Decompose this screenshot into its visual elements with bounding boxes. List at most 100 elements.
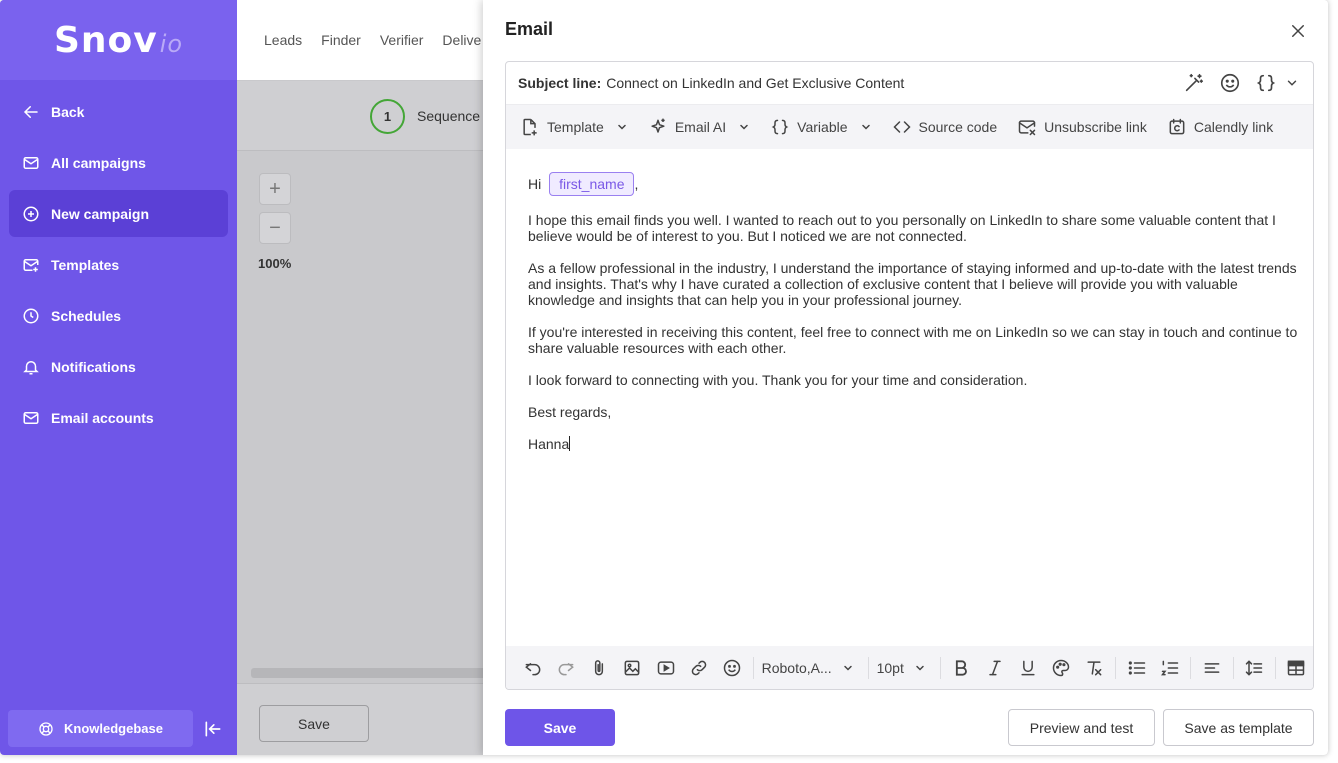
- chevron-down-icon[interactable]: [1285, 76, 1299, 90]
- email-ai-dropdown[interactable]: Email AI: [648, 117, 750, 137]
- numbered-list-button[interactable]: [1153, 658, 1186, 678]
- undo-icon: [524, 663, 540, 676]
- clear-format-button[interactable]: [1078, 658, 1111, 678]
- calendly-link-button[interactable]: Calendly link: [1167, 117, 1273, 137]
- text-cursor: [569, 436, 571, 451]
- topnav-finder[interactable]: Finder: [321, 32, 361, 48]
- zoom-level: 100%: [258, 256, 292, 271]
- italic-button[interactable]: [978, 658, 1011, 678]
- step-label[interactable]: Sequence: [417, 108, 480, 124]
- subject-label: Subject line:: [518, 75, 602, 91]
- collapse-sidebar-icon[interactable]: [203, 719, 223, 739]
- mail-icon: [23, 411, 39, 424]
- video-icon: [657, 661, 674, 675]
- italic-icon: [988, 660, 1001, 676]
- save-button[interactable]: Save: [505, 709, 615, 746]
- sidebar-item-label: Email accounts: [51, 409, 154, 426]
- topnav-deliverability[interactable]: Delive: [442, 32, 481, 48]
- clear-format-icon: [1087, 661, 1102, 676]
- zoom-in-button[interactable]: +: [259, 173, 291, 205]
- underline-button[interactable]: [1011, 658, 1044, 678]
- logo-text: Snov: [53, 19, 158, 61]
- chevron-down-icon: [618, 124, 626, 130]
- sidebar-item-label: All campaigns: [51, 154, 146, 171]
- snov-logo[interactable]: Snovio: [54, 20, 183, 61]
- sidebar-item-new-campaign[interactable]: New campaign: [9, 190, 228, 237]
- font-size-value: 10pt: [876, 660, 904, 676]
- text-color-button[interactable]: [1045, 658, 1078, 678]
- source-code-button[interactable]: Source code: [892, 117, 998, 137]
- topnav-verifier[interactable]: Verifier: [380, 32, 424, 48]
- subject-line[interactable]: Subject line: Connect on LinkedIn and Ge…: [506, 62, 1313, 105]
- body-paragraph: Best regards,: [528, 404, 612, 420]
- sidebar-item-all-campaigns[interactable]: All campaigns: [9, 139, 228, 186]
- plus-circle-icon: [23, 206, 39, 221]
- image-icon: [624, 660, 640, 676]
- source-code-label: Source code: [918, 119, 998, 135]
- lifebuoy-icon: [39, 721, 53, 736]
- email-body[interactable]: Hi first_name, I hope this email finds y…: [528, 172, 1298, 468]
- sidebar-item-notifications[interactable]: Notifications: [9, 343, 228, 390]
- emoji-icon[interactable]: [1219, 72, 1241, 94]
- unsubscribe-label: Unsubscribe link: [1044, 119, 1147, 135]
- unsubscribe-link-button[interactable]: Unsubscribe link: [1017, 117, 1147, 137]
- topnav-leads[interactable]: Leads: [264, 32, 302, 48]
- align-left-icon: [1204, 663, 1220, 673]
- insert-link-button[interactable]: [682, 658, 715, 678]
- horizontal-scrollbar[interactable]: [251, 668, 501, 678]
- sidebar-item-schedules[interactable]: Schedules: [9, 292, 228, 339]
- greeting-punct: ,: [634, 176, 639, 192]
- subject-input[interactable]: Connect on LinkedIn and Get Exclusive Co…: [606, 75, 904, 91]
- variable-braces-icon: [771, 119, 789, 135]
- zoom-out-button[interactable]: −: [259, 212, 291, 244]
- calendar-icon: [1169, 118, 1185, 135]
- bullet-list-button[interactable]: [1120, 658, 1153, 678]
- mail-icon: [23, 156, 39, 169]
- magic-wand-icon[interactable]: [1183, 72, 1205, 94]
- sidebar: Snovio Back All campaigns New campaign T…: [0, 0, 237, 755]
- numbered-list-icon: [1160, 660, 1179, 676]
- background-save-button[interactable]: Save: [259, 705, 369, 742]
- undo-button[interactable]: [516, 658, 549, 678]
- save-as-template-button[interactable]: Save as template: [1163, 709, 1314, 746]
- insert-image-button[interactable]: [616, 658, 649, 678]
- knowledgebase-label: Knowledgebase: [64, 721, 163, 736]
- step-number[interactable]: 1: [370, 99, 405, 134]
- close-icon[interactable]: [1289, 22, 1307, 40]
- font-family-select[interactable]: Roboto,A...: [762, 660, 854, 676]
- link-icon: [691, 660, 707, 676]
- sidebar-item-email-accounts[interactable]: Email accounts: [9, 394, 228, 441]
- body-paragraph: If you're interested in receiving this c…: [528, 324, 1298, 356]
- template-dropdown[interactable]: Template: [520, 117, 628, 137]
- bell-icon: [23, 360, 39, 374]
- emoji-icon: [723, 659, 741, 677]
- sidebar-item-back[interactable]: Back: [9, 88, 228, 135]
- variable-chip[interactable]: first_name: [549, 172, 635, 196]
- align-button[interactable]: [1195, 658, 1228, 678]
- line-height-button[interactable]: [1238, 658, 1271, 678]
- signature-line: Hanna: [528, 436, 1298, 452]
- sidebar-item-templates[interactable]: Templates: [9, 241, 228, 288]
- font-size-select[interactable]: 10pt: [877, 660, 926, 676]
- email-editor: Subject line: Connect on LinkedIn and Ge…: [505, 61, 1314, 690]
- logo-suffix: io: [159, 29, 184, 58]
- attach-button[interactable]: [582, 658, 615, 678]
- insert-emoji-button[interactable]: [715, 658, 748, 678]
- knowledgebase-button[interactable]: Knowledgebase: [8, 710, 193, 747]
- format-toolbar: Roboto,A... 10pt: [506, 646, 1313, 689]
- insert-video-button[interactable]: [649, 658, 682, 678]
- sidebar-nav: Back All campaigns New campaign Template…: [0, 80, 237, 441]
- body-paragraph: I look forward to connecting with you. T…: [528, 372, 1028, 388]
- subject-actions: [1169, 72, 1299, 94]
- toolbar-divider: [939, 657, 941, 679]
- app-frame: Snovio Back All campaigns New campaign T…: [0, 0, 1328, 755]
- variable-braces-icon[interactable]: [1255, 72, 1277, 94]
- preview-and-test-button[interactable]: Preview and test: [1008, 709, 1155, 746]
- insert-table-button[interactable]: [1280, 658, 1313, 678]
- variable-dropdown[interactable]: Variable: [770, 117, 871, 137]
- bold-button[interactable]: [945, 658, 978, 678]
- redo-button[interactable]: [549, 658, 582, 678]
- font-family-value: Roboto,A...: [761, 660, 832, 676]
- underline-icon: [1021, 660, 1035, 676]
- mail-unsubscribe-icon: [1018, 120, 1036, 136]
